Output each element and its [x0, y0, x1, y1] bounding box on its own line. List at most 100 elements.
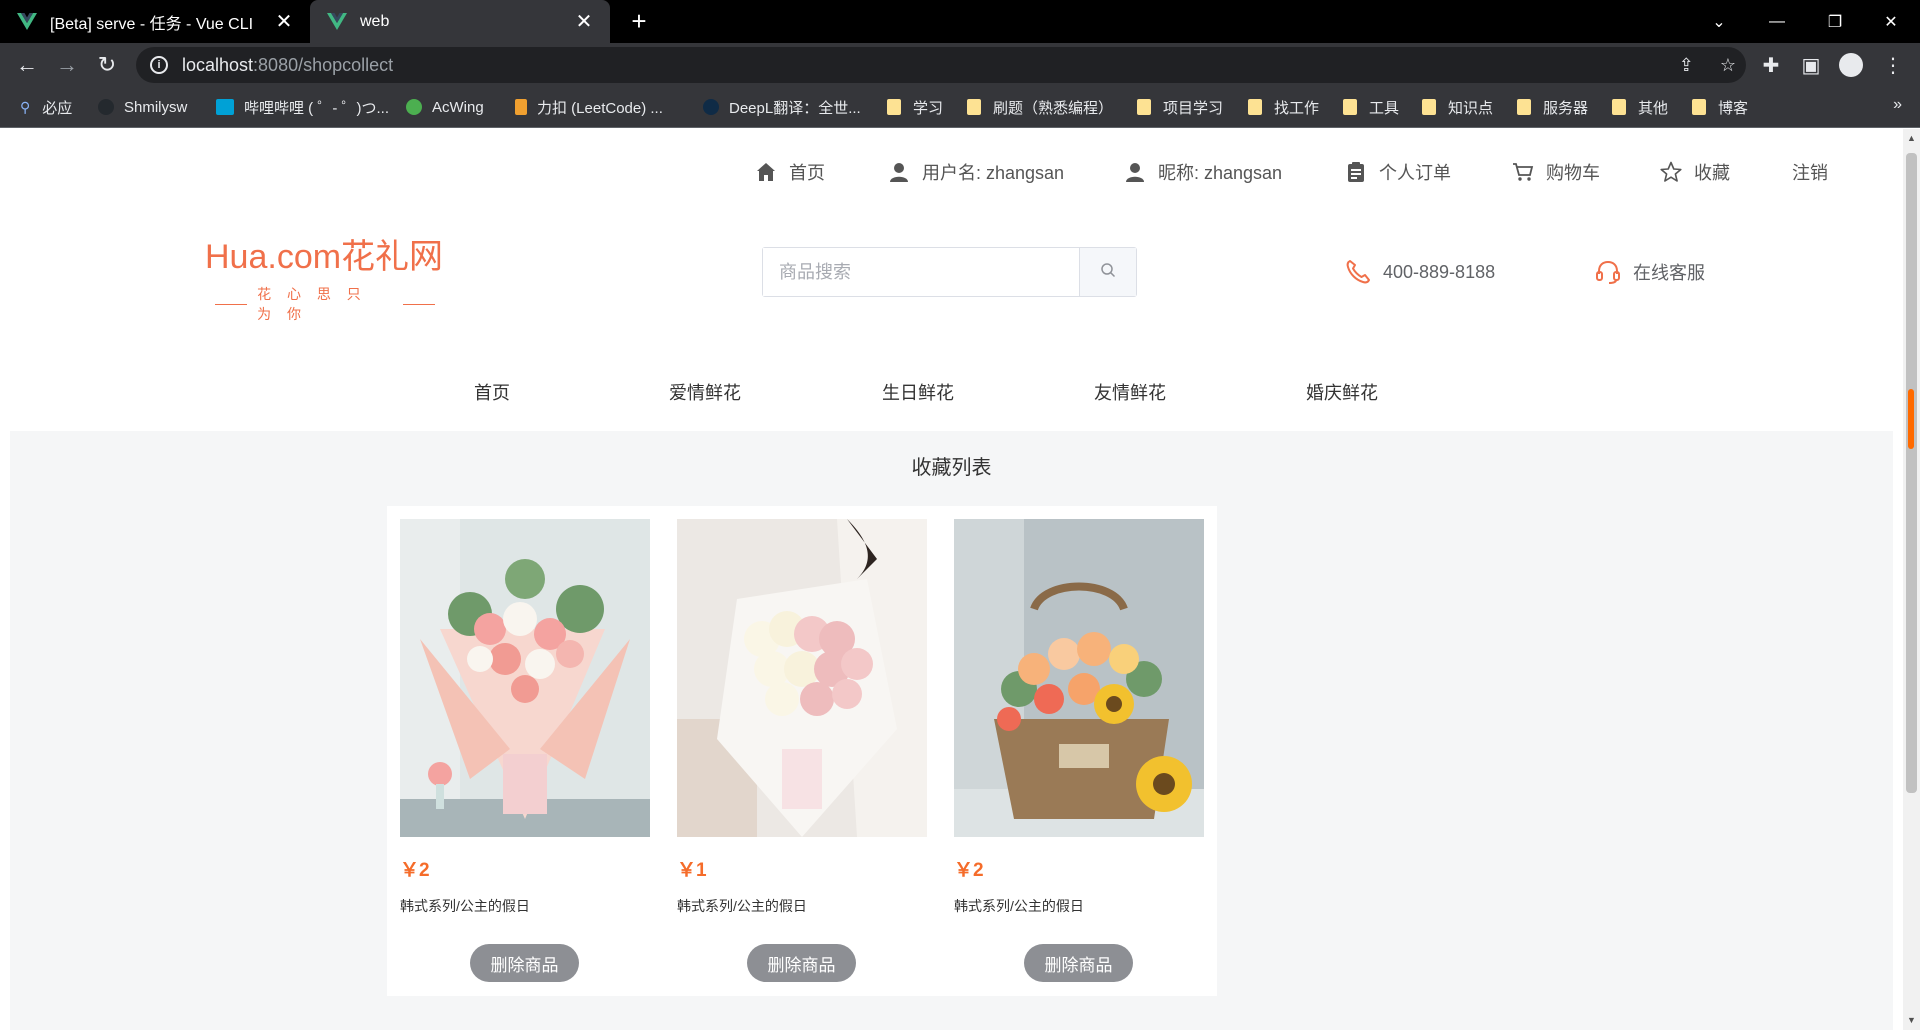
topnav-collect[interactable]: 收藏 — [1660, 157, 1730, 187]
scrollbar-thumb[interactable] — [1906, 153, 1917, 793]
bilibili-icon — [216, 99, 234, 115]
bookmark-folder[interactable]: 刷题（熟悉编程） — [967, 86, 1113, 128]
tab-search-icon[interactable]: ⌄ — [1690, 0, 1748, 43]
product-image[interactable] — [954, 519, 1204, 837]
folder-icon — [1137, 99, 1151, 115]
bookmark-folder[interactable]: 学习 — [887, 86, 943, 128]
folder-icon — [967, 99, 981, 115]
phone-number: 400-889-8188 — [1383, 261, 1496, 282]
search-button[interactable] — [1079, 248, 1136, 296]
phone-icon — [1345, 259, 1371, 285]
profile-avatar-icon[interactable] — [1834, 48, 1868, 82]
category-nav: 首页 爱情鲜花 生日鲜花 友情鲜花 婚庆鲜花 — [0, 379, 1903, 409]
folder-icon — [887, 99, 901, 115]
reload-icon[interactable]: ↻ — [90, 48, 124, 82]
collect-list: ￥2 韩式系列/公主的假日 删除商品 ￥1 韩式系列/公主的假日 删除商品 ￥2… — [387, 506, 1217, 996]
topnav-cart[interactable]: 购物车 — [1512, 157, 1600, 187]
category-love[interactable]: 爱情鲜花 — [669, 379, 741, 405]
topnav-orders[interactable]: 个人订单 — [1345, 157, 1451, 187]
bookmark-folder[interactable]: 博客 — [1692, 86, 1748, 128]
address-bar[interactable]: i localhost:8080/shopcollect ⇪ ☆ — [136, 47, 1746, 83]
category-friendship[interactable]: 友情鲜花 — [1094, 379, 1166, 405]
folder-icon — [1517, 99, 1531, 115]
product-name[interactable]: 韩式系列/公主的假日 — [677, 896, 929, 916]
cart-icon — [1512, 161, 1534, 183]
product-name[interactable]: 韩式系列/公主的假日 — [954, 896, 1206, 916]
web-page: 首页 用户名: zhangsan 昵称: zhangsan 个人订单 购物车 收… — [0, 129, 1903, 1030]
folder-icon — [1422, 99, 1436, 115]
bookmark-folder[interactable]: 服务器 — [1517, 86, 1588, 128]
tab-title: [Beta] serve - 任务 - Vue CLI — [50, 15, 254, 33]
scroll-down-arrow-icon[interactable]: ▼ — [1907, 1015, 1916, 1025]
side-panel-icon[interactable]: ▣ — [1794, 48, 1828, 82]
logo-slogan: 花 心 思 只 为 你 — [205, 284, 445, 324]
bookmark-star-icon[interactable]: ☆ — [1720, 55, 1736, 76]
back-arrow-icon[interactable]: ← — [10, 48, 44, 82]
browser-toolbar: ← → ↻ i localhost:8080/shopcollect ⇪ ☆ ✚… — [0, 43, 1920, 86]
bookmark-folder[interactable]: 工具 — [1343, 86, 1399, 128]
user-icon — [1124, 161, 1146, 183]
online-service[interactable]: 在线客服 — [1595, 257, 1705, 287]
collect-section: 收藏列表 ￥2 韩式系列/公主的假日 删除商品 ￥1 韩式系列/公主的假日 删除… — [10, 431, 1893, 1030]
star-icon — [1660, 161, 1682, 183]
chevron-right-icon[interactable]: » — [1893, 96, 1902, 114]
user-icon — [888, 161, 910, 183]
bookmark-item[interactable]: AcWing — [406, 86, 484, 128]
delete-product-button[interactable]: 删除商品 — [747, 944, 856, 982]
scroll-marker — [1908, 389, 1914, 449]
extensions-icon[interactable]: ✚ — [1754, 48, 1788, 82]
bookmark-item[interactable]: Shmilysw — [98, 86, 187, 128]
search-input[interactable] — [763, 248, 1080, 296]
forward-arrow-icon[interactable]: → — [50, 48, 84, 82]
scroll-up-arrow-icon[interactable]: ▲ — [1907, 133, 1916, 143]
delete-product-button[interactable]: 删除商品 — [470, 944, 579, 982]
bookmark-item[interactable]: DeepL翻译：全世... — [703, 86, 861, 128]
bookmark-item[interactable]: 力扣 (LeetCode) ... — [515, 86, 663, 128]
bookmark-folder[interactable]: 其他 — [1612, 86, 1668, 128]
tab-title: web — [360, 12, 390, 30]
product-name[interactable]: 韩式系列/公主的假日 — [400, 896, 652, 916]
topnav-home[interactable]: 首页 — [755, 157, 825, 187]
bookmark-folder[interactable]: 知识点 — [1422, 86, 1493, 128]
close-icon[interactable]: ✕ — [574, 9, 594, 34]
product-price: ￥1 — [677, 860, 707, 881]
product-price: ￥2 — [954, 860, 984, 881]
search-icon — [1100, 262, 1116, 283]
menu-kebab-icon[interactable]: ⋮ — [1876, 48, 1910, 82]
product-image[interactable] — [677, 519, 927, 837]
window-close-button[interactable]: ✕ — [1862, 0, 1920, 43]
product-card: ￥2 韩式系列/公主的假日 删除商品 — [400, 519, 652, 989]
topnav-username[interactable]: 用户名: zhangsan — [888, 157, 1064, 187]
bookmark-folder[interactable]: 找工作 — [1248, 86, 1319, 128]
topnav-logout[interactable]: 注销 — [1792, 157, 1828, 187]
site-info-icon[interactable]: i — [150, 56, 168, 74]
folder-icon — [1343, 99, 1357, 115]
bookmark-item[interactable]: ⚲ 必应 — [20, 86, 72, 128]
delete-product-button[interactable]: 删除商品 — [1024, 944, 1133, 982]
logo-main-text: Hua.com花礼网 — [205, 238, 444, 276]
home-icon — [755, 161, 777, 183]
top-nav: 首页 用户名: zhangsan 昵称: zhangsan 个人订单 购物车 收… — [0, 157, 1903, 187]
acwing-icon — [406, 99, 422, 115]
category-wedding[interactable]: 婚庆鲜花 — [1306, 379, 1378, 405]
bookmark-folder[interactable]: 项目学习 — [1137, 86, 1223, 128]
bookmarks-bar: ⚲ 必应 Shmilysw 哔哩哔哩 ( ゜- ゜)つ... AcWing 力扣… — [0, 86, 1920, 128]
topnav-nickname[interactable]: 昵称: zhangsan — [1124, 157, 1282, 187]
browser-tab-vue-cli[interactable]: [Beta] serve - 任务 - Vue CLI ✕ — [0, 0, 310, 43]
category-home[interactable]: 首页 — [474, 379, 510, 405]
share-icon[interactable]: ⇪ — [1679, 55, 1694, 76]
page-scrollbar[interactable]: ▲ ▼ — [1903, 129, 1920, 1030]
vue-logo-icon — [326, 11, 348, 33]
category-birthday[interactable]: 生日鲜花 — [882, 379, 954, 405]
restore-button[interactable]: ❐ — [1806, 0, 1864, 43]
bookmark-item[interactable]: 哔哩哔哩 ( ゜- ゜)つ... — [216, 86, 389, 128]
product-image[interactable] — [400, 519, 650, 837]
minimize-button[interactable]: — — [1748, 0, 1806, 43]
site-logo[interactable]: Hua.com花礼网 花 心 思 只 为 你 — [205, 229, 445, 322]
browser-tab-web[interactable]: web ✕ — [310, 0, 610, 43]
browser-tab-bar: [Beta] serve - 任务 - Vue CLI ✕ web ✕ + ⌄ … — [0, 0, 1920, 43]
phone-contact: 400-889-8188 — [1345, 257, 1495, 287]
deepl-icon — [703, 99, 719, 115]
close-icon[interactable]: ✕ — [274, 9, 294, 34]
new-tab-button[interactable]: + — [624, 6, 654, 36]
